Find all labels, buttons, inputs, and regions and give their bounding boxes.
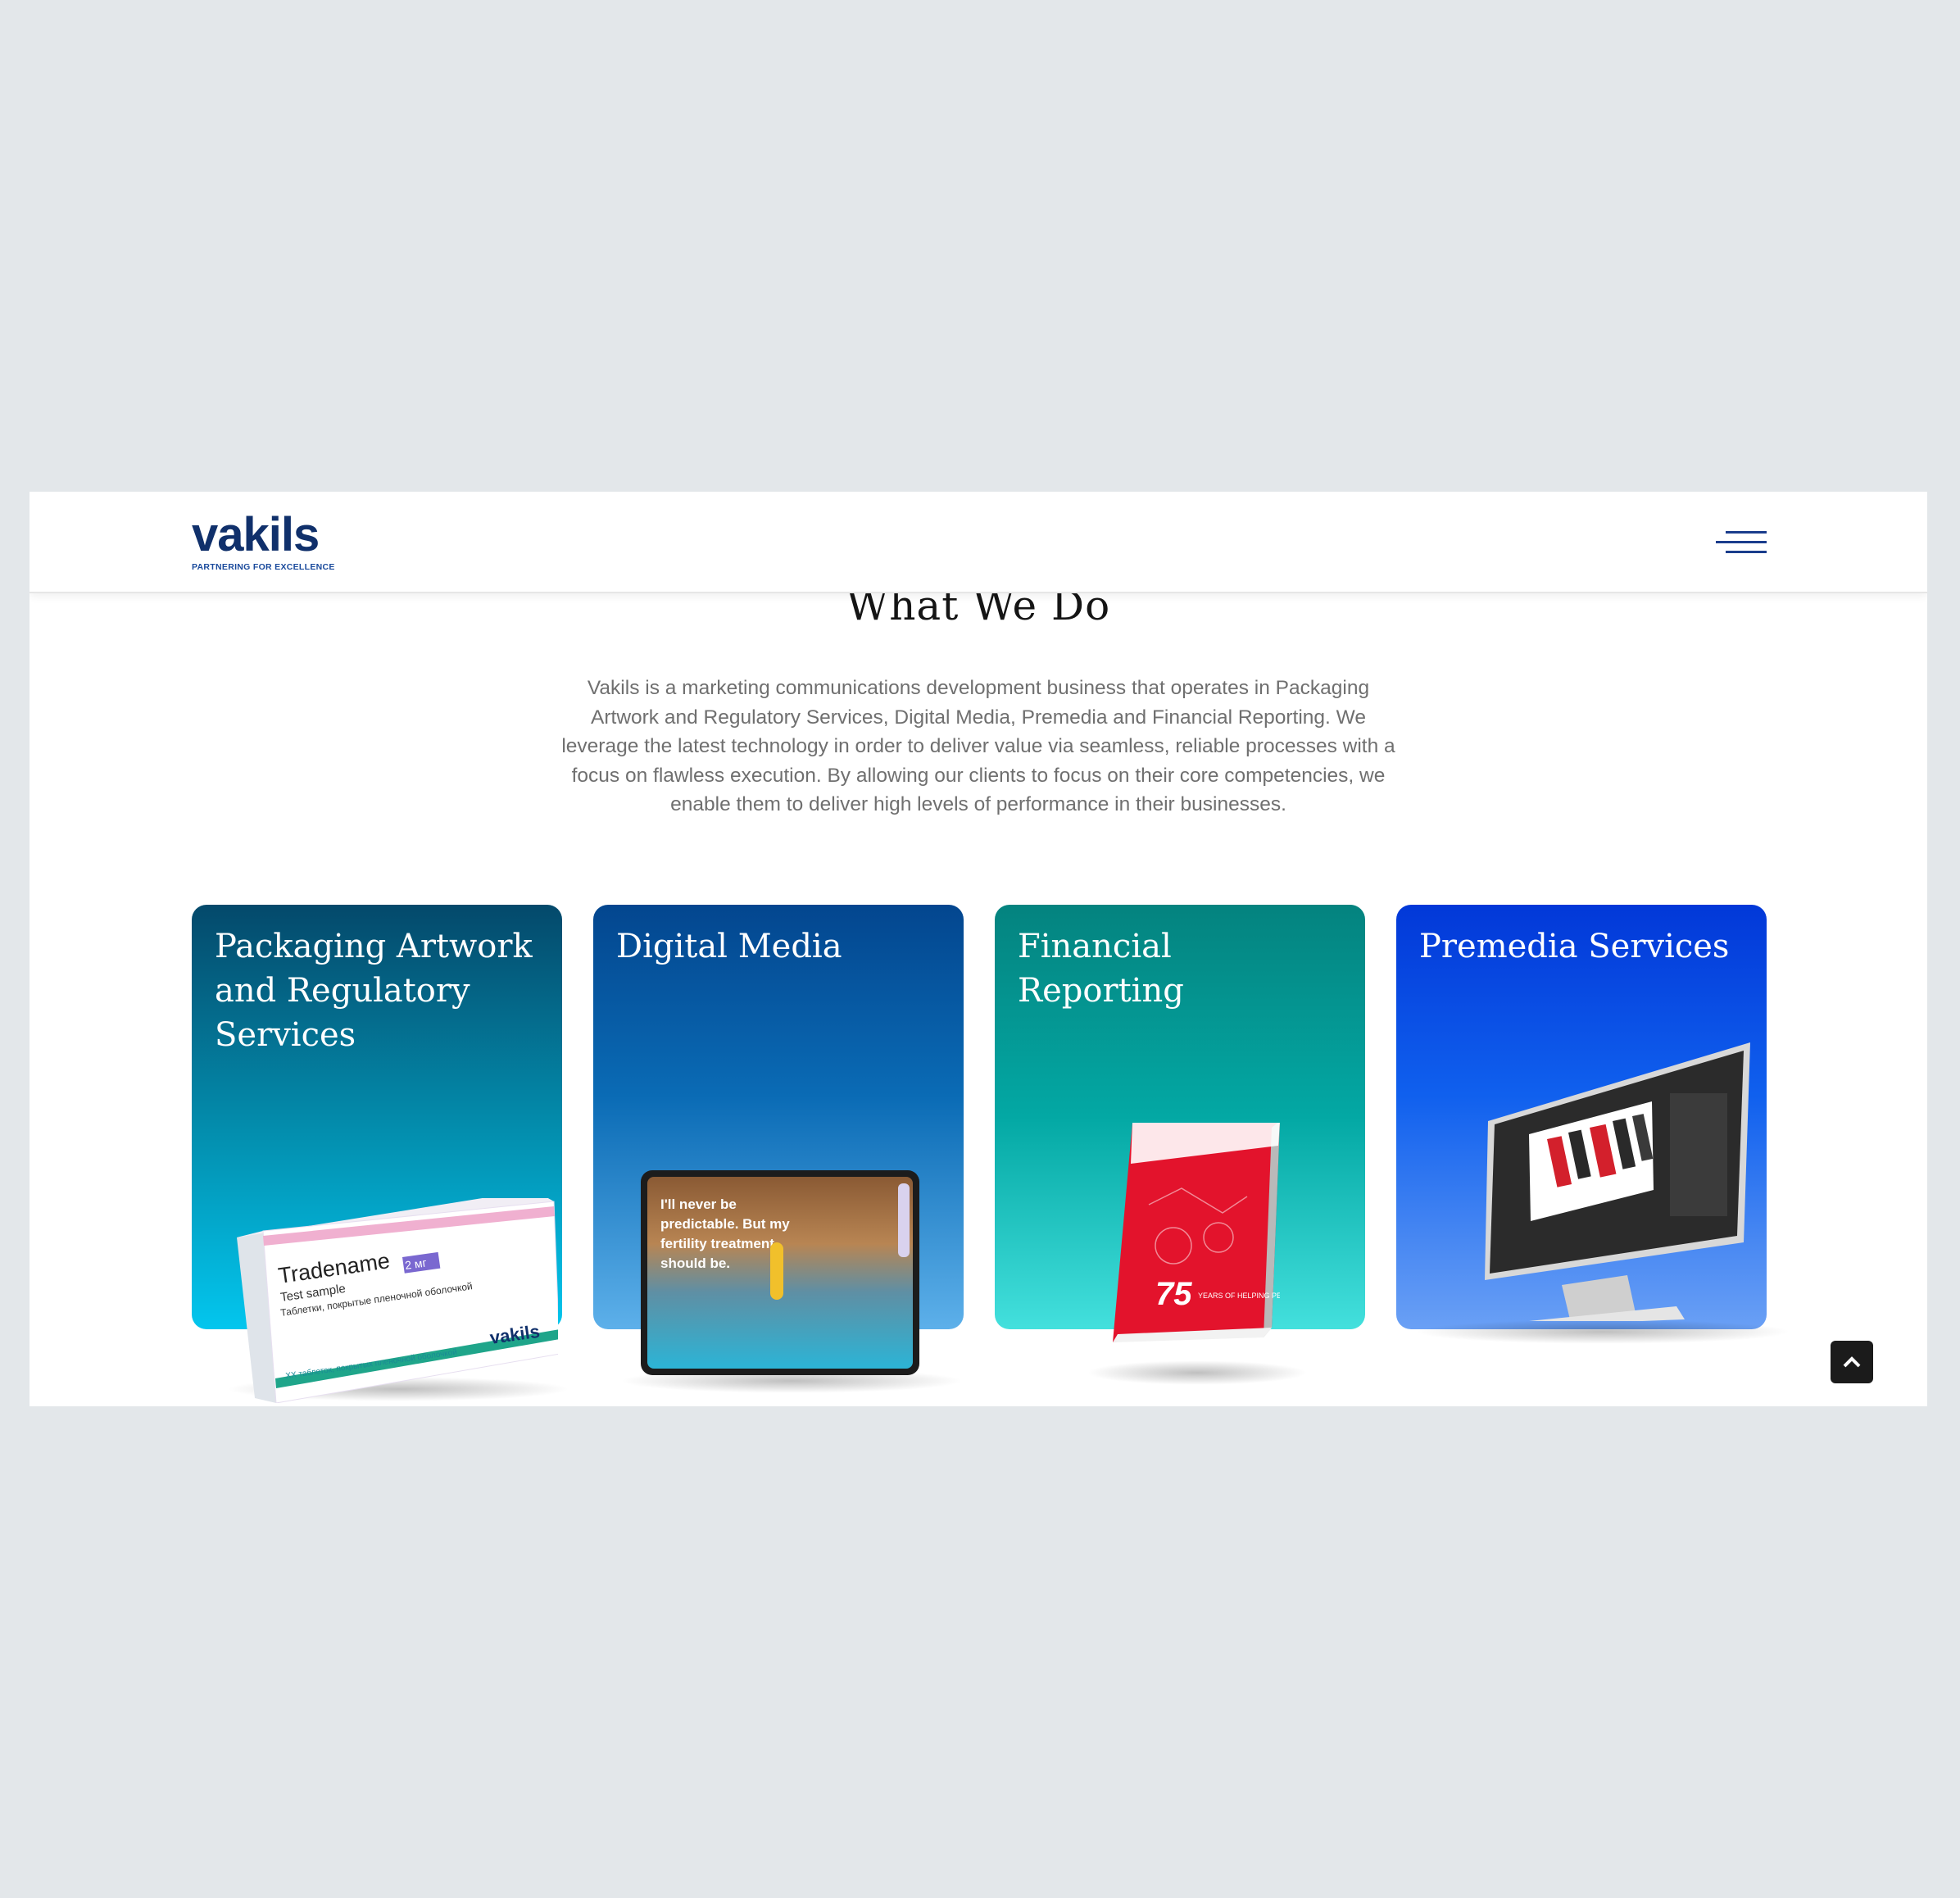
service-card-title: Financial Reporting: [1018, 928, 1184, 1010]
hamburger-menu-icon[interactable]: [1716, 529, 1767, 556]
tablet-sidebar: [898, 1183, 910, 1257]
site-header: vakils PARTNERING FOR EXCELLENCE: [29, 492, 1927, 593]
service-card-title: Digital Media: [616, 928, 842, 965]
screen-background: vakils PARTNERING FOR EXCELLENCE What We…: [0, 0, 1960, 1898]
dancer-figure: [770, 1242, 783, 1300]
chevron-up-icon: [1843, 1356, 1861, 1368]
annual-report-book-image: 75 YEARS OF HELPING PEOPLE RISE: [1113, 1123, 1280, 1342]
service-card-title: Packaging Artwork and Regulatory Service…: [215, 928, 533, 1054]
service-card-title: Premedia Services: [1419, 928, 1730, 965]
packaging-box-image: Tradename 2 мг Test sample Таблетки, пок…: [237, 1198, 558, 1403]
site-logo[interactable]: vakils PARTNERING FOR EXCELLENCE: [192, 508, 335, 573]
logo-tagline: PARTNERING FOR EXCELLENCE: [192, 562, 335, 572]
desktop-monitor-image: [1485, 1042, 1750, 1321]
tablet-screen: I'll never be predictable. But my fertil…: [647, 1177, 913, 1369]
book-number-text: 75: [1155, 1276, 1192, 1312]
scroll-to-top-button[interactable]: [1831, 1341, 1873, 1383]
book-caption-text: YEARS OF HELPING PEOPLE RISE: [1198, 1292, 1280, 1300]
tablet-image: I'll never be predictable. But my fertil…: [641, 1170, 919, 1375]
web-page: vakils PARTNERING FOR EXCELLENCE What We…: [29, 492, 1927, 1406]
monitor-shadow: [1414, 1319, 1791, 1344]
book-shadow: [1087, 1360, 1308, 1385]
section-intro: Vakils is a marketing communications dev…: [561, 677, 1395, 815]
logo-wordmark: vakils: [192, 508, 320, 561]
